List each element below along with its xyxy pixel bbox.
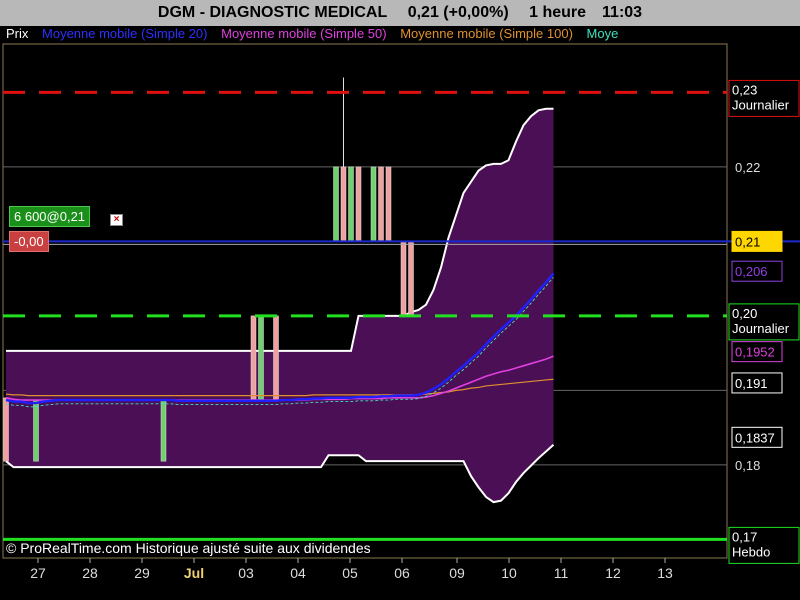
x-tick-12: 13 xyxy=(657,565,673,581)
value-tag-4: 0,1837 xyxy=(735,430,775,445)
bollinger-band-area xyxy=(6,108,554,503)
position-label[interactable]: 6 600@0,21 xyxy=(9,206,91,227)
x-tick-7: 06 xyxy=(394,565,410,581)
y-tick-1: 0,18 xyxy=(735,458,760,473)
candle-body-11 xyxy=(378,166,384,242)
legend-sma50[interactable]: Moyenne mobile (Simple 50) xyxy=(221,26,386,41)
candle-body-9 xyxy=(355,166,362,242)
legend-sma20[interactable]: Moyenne mobile (Simple 20) xyxy=(42,26,207,41)
x-tick-2: 29 xyxy=(134,565,150,581)
y-tick-0: 0,22 xyxy=(735,160,760,175)
level-tag-value-0: 0,23 xyxy=(732,82,757,97)
x-tick-1: 28 xyxy=(82,565,98,581)
candle-body-8 xyxy=(348,166,354,242)
candle-body-12 xyxy=(385,166,392,242)
x-tick-0: 27 xyxy=(30,565,46,581)
legend-sma100[interactable]: Moyenne mobile (Simple 100) xyxy=(400,26,573,41)
interval: 1 heure xyxy=(529,4,587,21)
candle-body-3 xyxy=(250,315,257,401)
candle-body-6 xyxy=(333,166,339,242)
candle-body-14 xyxy=(408,241,414,317)
x-tick-6: 05 xyxy=(342,565,358,581)
instrument-name: DGM - DIAGNOSTIC MEDICAL xyxy=(157,4,388,21)
candle-body-1 xyxy=(33,399,39,462)
candle-body-2 xyxy=(160,399,167,462)
legend-extra[interactable]: Moye xyxy=(587,26,619,41)
copyright-footer: © ProRealTime.com Historique ajusté suit… xyxy=(6,540,371,556)
x-tick-8: 09 xyxy=(449,565,465,581)
level-tag-sub-0: Journalier xyxy=(732,97,790,112)
time: 11:03 xyxy=(602,4,643,21)
value-tag-2: 0,1952 xyxy=(735,345,775,360)
level-tag-value-1: 0,20 xyxy=(732,306,757,321)
x-tick-11: 12 xyxy=(605,565,621,581)
candle-body-4 xyxy=(258,315,264,401)
candle-body-10 xyxy=(370,166,377,242)
x-tick-4: 03 xyxy=(238,565,254,581)
chart-title-bar: DGM - DIAGNOSTIC MEDICAL 0,21 (+0,00%) 1… xyxy=(0,0,800,26)
x-tick-10: 11 xyxy=(554,565,569,581)
indicator-legend: Prix Moyenne mobile (Simple 20) Moyenne … xyxy=(6,25,728,43)
value-tag-1: 0,206 xyxy=(735,264,768,279)
value-tag-0: 0,21 xyxy=(735,234,760,249)
last-quote: 0,21 (+0,00%) xyxy=(407,4,509,21)
x-tick-3: Jul xyxy=(184,565,204,581)
legend-prix[interactable]: Prix xyxy=(6,26,28,41)
level-tag-sub-1: Journalier xyxy=(732,321,790,336)
candle-body-7 xyxy=(340,166,347,242)
candle-body-13 xyxy=(400,241,407,317)
candle-body-0 xyxy=(3,397,9,462)
x-tick-9: 10 xyxy=(501,565,517,581)
position-pnl: -0,00 xyxy=(9,231,49,252)
level-tag-sub-2: Hebdo xyxy=(732,544,770,559)
close-icon[interactable]: × xyxy=(110,214,123,226)
chart-canvas: 0,23Journalier0,20Journalier0,17Hebdo0,2… xyxy=(2,43,800,581)
candle-body-5 xyxy=(273,315,279,401)
level-tag-value-2: 0,17 xyxy=(732,529,757,544)
plot-frame xyxy=(2,43,728,559)
x-tick-5: 04 xyxy=(290,565,306,581)
value-tag-3: 0,191 xyxy=(735,376,768,391)
